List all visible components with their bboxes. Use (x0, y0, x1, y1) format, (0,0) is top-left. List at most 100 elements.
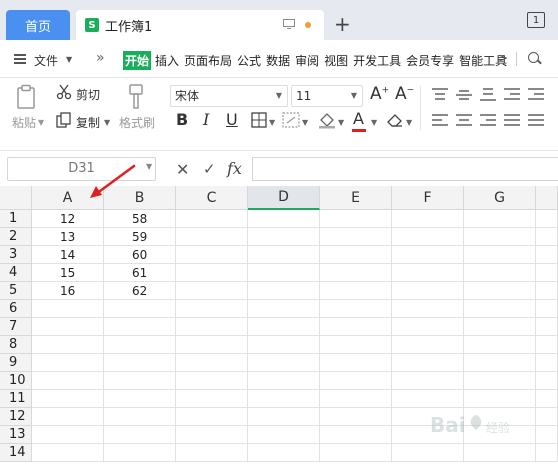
search-icon[interactable] (528, 52, 539, 63)
paste-icon[interactable] (16, 84, 38, 110)
cell[interactable]: 14 (32, 246, 104, 264)
double-chevron-right-icon[interactable]: » (96, 50, 105, 66)
cell[interactable] (176, 372, 248, 390)
cell[interactable] (392, 390, 464, 408)
cell[interactable] (248, 390, 320, 408)
cell[interactable] (32, 444, 104, 462)
tab-page-layout[interactable]: 页面布局 (183, 51, 233, 70)
row-header-11[interactable]: 11 (0, 390, 32, 408)
cell[interactable] (320, 372, 392, 390)
tab-developer[interactable]: 开发工具 (352, 51, 402, 70)
chevron-down-icon[interactable]: ▼ (269, 118, 275, 127)
cell[interactable] (104, 318, 176, 336)
cell[interactable] (104, 372, 176, 390)
cancel-icon[interactable]: ✕ (176, 160, 189, 179)
cell[interactable]: 59 (104, 228, 176, 246)
formula-input[interactable] (252, 157, 558, 181)
cell[interactable] (464, 300, 536, 318)
cell[interactable] (320, 390, 392, 408)
cell[interactable] (248, 318, 320, 336)
tab-view[interactable]: 视图 (323, 51, 349, 70)
row-header-13[interactable]: 13 (0, 426, 32, 444)
cell[interactable] (464, 444, 536, 462)
cell[interactable] (392, 354, 464, 372)
cell[interactable] (392, 300, 464, 318)
cell[interactable]: 58 (104, 210, 176, 228)
cell[interactable] (392, 246, 464, 264)
cell[interactable] (176, 264, 248, 282)
cell[interactable] (392, 282, 464, 300)
cell[interactable] (32, 300, 104, 318)
cell[interactable] (32, 318, 104, 336)
chevron-down-icon[interactable]: ▼ (302, 118, 308, 127)
cell[interactable] (104, 444, 176, 462)
cell[interactable] (464, 246, 536, 264)
cell[interactable] (320, 300, 392, 318)
cell[interactable] (320, 354, 392, 372)
tab-formulas[interactable]: 公式 (236, 51, 262, 70)
cell[interactable] (176, 444, 248, 462)
cell[interactable] (104, 390, 176, 408)
cell[interactable] (248, 300, 320, 318)
cell[interactable] (248, 444, 320, 462)
cell[interactable] (32, 372, 104, 390)
chevron-down-icon[interactable]: ▼ (276, 86, 282, 106)
font-size-select[interactable]: 11 ▼ (291, 85, 363, 107)
window-count-icon[interactable]: 1 (527, 12, 545, 28)
cell[interactable] (248, 228, 320, 246)
row-header-4[interactable]: 4 (0, 264, 32, 282)
row-header-7[interactable]: 7 (0, 318, 32, 336)
cell[interactable] (392, 264, 464, 282)
cell[interactable] (464, 336, 536, 354)
column-header-f[interactable]: F (392, 186, 464, 210)
tab-member[interactable]: 会员专享 (405, 51, 455, 70)
cell[interactable] (176, 408, 248, 426)
cell[interactable] (104, 426, 176, 444)
tab-data[interactable]: 数据 (265, 51, 291, 70)
cell[interactable] (104, 354, 176, 372)
cell[interactable] (464, 372, 536, 390)
chevron-down-icon[interactable]: ▼ (38, 118, 44, 127)
cell[interactable] (248, 354, 320, 372)
cell[interactable] (536, 228, 558, 246)
row-header-6[interactable]: 6 (0, 300, 32, 318)
justify-icon[interactable] (504, 114, 520, 128)
decrease-font-size-button[interactable]: A− (395, 84, 414, 104)
cell[interactable]: 60 (104, 246, 176, 264)
cell[interactable] (176, 246, 248, 264)
cell[interactable] (320, 336, 392, 354)
cell[interactable] (248, 408, 320, 426)
chevron-down-icon[interactable]: ▼ (66, 55, 72, 64)
cell[interactable] (536, 444, 558, 462)
align-left-icon[interactable] (432, 114, 448, 128)
cell[interactable] (536, 300, 558, 318)
cell[interactable] (32, 390, 104, 408)
cell[interactable] (104, 408, 176, 426)
eraser-icon[interactable] (386, 112, 404, 128)
cell[interactable] (536, 282, 558, 300)
row-header-9[interactable]: 9 (0, 354, 32, 372)
document-tab[interactable]: S 工作簿1 (76, 10, 324, 40)
cell[interactable] (536, 246, 558, 264)
cell[interactable]: 13 (32, 228, 104, 246)
cell[interactable] (248, 336, 320, 354)
select-all-corner[interactable] (0, 186, 32, 210)
cell[interactable] (176, 336, 248, 354)
cell[interactable] (248, 282, 320, 300)
cell[interactable] (320, 282, 392, 300)
align-middle-icon[interactable] (456, 88, 472, 102)
cell[interactable] (320, 426, 392, 444)
cell[interactable] (176, 390, 248, 408)
cell[interactable] (32, 354, 104, 372)
cell[interactable] (32, 408, 104, 426)
cell[interactable] (176, 300, 248, 318)
row-header-12[interactable]: 12 (0, 408, 32, 426)
cell[interactable] (320, 408, 392, 426)
cell[interactable] (248, 372, 320, 390)
cell[interactable] (392, 228, 464, 246)
chevron-right-icon[interactable]: > (498, 51, 508, 65)
fill-color-icon[interactable] (318, 111, 336, 129)
chevron-down-icon[interactable]: ▼ (351, 86, 357, 106)
borders-icon[interactable] (251, 112, 267, 128)
cell[interactable] (32, 336, 104, 354)
